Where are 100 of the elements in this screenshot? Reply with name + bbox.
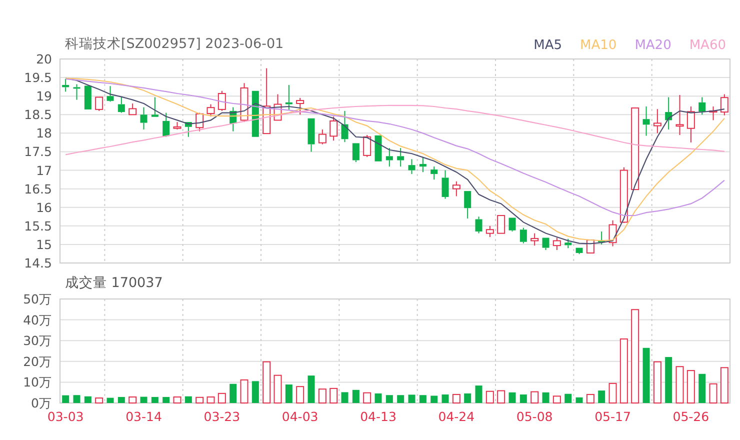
volume-bar bbox=[252, 381, 259, 403]
volume-bar bbox=[586, 394, 594, 404]
candlestick bbox=[598, 230, 606, 245]
candlestick bbox=[73, 84, 80, 100]
legend-item: MA10 bbox=[580, 38, 617, 53]
volume-bar bbox=[442, 394, 449, 403]
candlestick bbox=[352, 142, 360, 163]
volume-bar bbox=[720, 367, 728, 404]
date-label: 03-14 bbox=[126, 409, 162, 424]
candlestick bbox=[206, 104, 215, 117]
volume-bar bbox=[352, 390, 360, 403]
candlestick bbox=[475, 216, 482, 234]
volume-bar bbox=[128, 396, 137, 404]
axis-label: 10万 bbox=[23, 374, 52, 390]
legend-item: MA60 bbox=[689, 38, 726, 53]
candlestick bbox=[508, 217, 516, 232]
axis-label: 14.5 bbox=[24, 256, 52, 270]
date-label: 04-24 bbox=[438, 409, 475, 424]
volume-bar bbox=[608, 382, 617, 404]
volume-bar bbox=[140, 396, 148, 403]
axis-label: 19.5 bbox=[24, 70, 52, 86]
candlestick bbox=[318, 128, 326, 145]
candlestick bbox=[430, 166, 438, 180]
candlestick bbox=[676, 94, 684, 136]
candlestick bbox=[497, 215, 506, 234]
date-label: 05-26 bbox=[672, 409, 710, 424]
candlestick bbox=[530, 232, 539, 246]
candlestick bbox=[184, 122, 192, 138]
candlestick bbox=[653, 108, 662, 134]
candlestick bbox=[240, 82, 248, 123]
volume-bar bbox=[206, 396, 215, 404]
candlestick bbox=[118, 96, 125, 114]
candlestick bbox=[341, 110, 348, 143]
volume-bar bbox=[184, 396, 192, 403]
volume-bar bbox=[475, 386, 482, 403]
volume-bar bbox=[374, 393, 382, 403]
volume-bar bbox=[308, 376, 315, 403]
date-label: 03-23 bbox=[204, 409, 240, 424]
volume-bar bbox=[296, 386, 304, 404]
date-label: 05-17 bbox=[594, 409, 631, 424]
volume-bar bbox=[620, 338, 628, 404]
candlestick bbox=[642, 106, 650, 136]
volume-bar bbox=[397, 395, 404, 403]
candlestick bbox=[196, 112, 204, 132]
axis-label: 40万 bbox=[23, 312, 52, 328]
axis-label: 17.5 bbox=[24, 144, 52, 160]
volume-bar bbox=[530, 391, 539, 404]
candlestick bbox=[486, 225, 494, 238]
volume-bar bbox=[341, 392, 348, 403]
volume-bar bbox=[486, 390, 494, 404]
volume-bar bbox=[686, 370, 695, 404]
candlestick bbox=[106, 86, 114, 102]
volume-bar bbox=[576, 397, 583, 403]
volume-bar bbox=[598, 390, 606, 403]
candlestick bbox=[128, 103, 137, 116]
date-label: 05-08 bbox=[516, 409, 553, 424]
candlestick bbox=[698, 96, 706, 116]
volume-bar bbox=[62, 395, 70, 403]
candlestick bbox=[274, 94, 282, 121]
volume-bar bbox=[262, 361, 271, 404]
candlestick bbox=[173, 122, 182, 130]
volume-bar bbox=[386, 395, 393, 403]
axis-label: 16 bbox=[36, 200, 52, 215]
volume-bar bbox=[642, 348, 650, 403]
volume-bar bbox=[73, 395, 80, 403]
candlestick bbox=[665, 96, 672, 130]
candlestick bbox=[564, 238, 572, 249]
volume-bar bbox=[653, 361, 662, 404]
axis-label: 0万 bbox=[31, 396, 52, 410]
volume-bar bbox=[665, 357, 672, 403]
volume-bar bbox=[285, 384, 292, 403]
legend-item: MA5 bbox=[534, 38, 562, 53]
candlestick bbox=[230, 106, 237, 132]
volume-bar bbox=[173, 396, 182, 404]
legend-item: MA20 bbox=[634, 38, 672, 53]
candlestick bbox=[542, 237, 550, 251]
date-label: 03-03 bbox=[47, 409, 84, 424]
axis-label: 15 bbox=[36, 236, 52, 252]
volume-bar bbox=[330, 388, 338, 404]
axis-label: 20万 bbox=[23, 354, 52, 369]
candlestick bbox=[397, 148, 404, 168]
axis-label: 17 bbox=[36, 162, 52, 178]
volume-bar bbox=[118, 396, 125, 403]
candlestick bbox=[95, 96, 104, 112]
volume-bar bbox=[430, 396, 438, 403]
volume-bar bbox=[452, 394, 460, 404]
volume-bar bbox=[162, 396, 170, 403]
volume-title: 成交量 170037 bbox=[65, 274, 163, 292]
axis-label: 18 bbox=[36, 126, 52, 141]
volume-bar bbox=[408, 394, 416, 403]
candlestick bbox=[709, 106, 718, 121]
volume-bar bbox=[240, 379, 248, 404]
candlestick bbox=[151, 96, 158, 118]
candlestick bbox=[442, 170, 449, 200]
volume-bar bbox=[106, 398, 114, 403]
candlestick bbox=[84, 85, 92, 110]
date-label: 04-03 bbox=[282, 409, 318, 424]
volume-bar bbox=[508, 392, 516, 403]
axis-label: 30万 bbox=[23, 333, 52, 348]
volume-bar bbox=[464, 393, 472, 403]
